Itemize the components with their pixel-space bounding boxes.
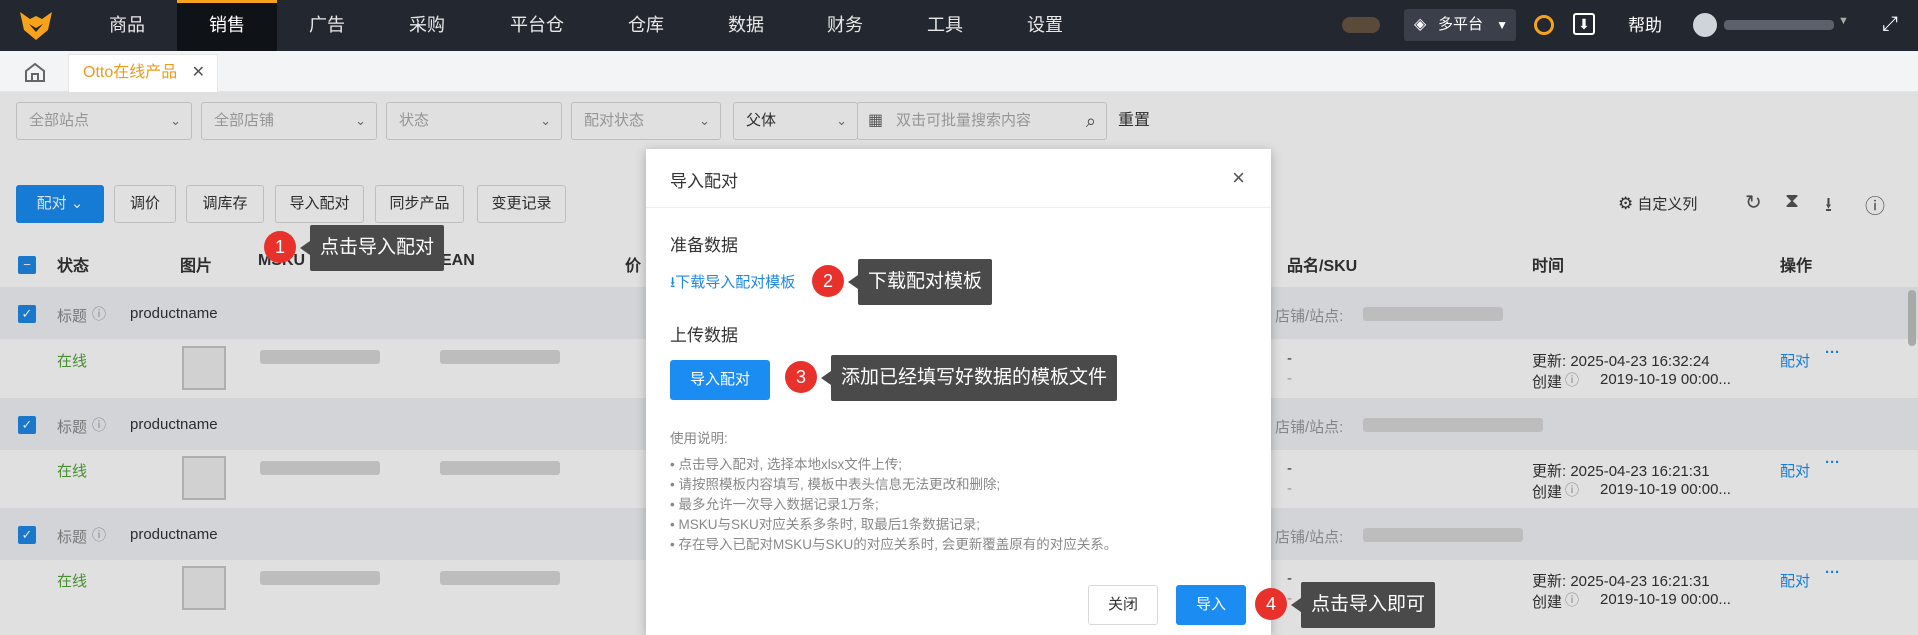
step-badge-3: 3 bbox=[785, 361, 817, 393]
nav-item-finance[interactable]: 财务 bbox=[795, 0, 895, 51]
prepare-data-heading: 准备数据 bbox=[670, 236, 738, 255]
usage-item: • 最多允许一次导入数据记录1万条; bbox=[670, 497, 879, 512]
nav-item-settings[interactable]: 设置 bbox=[995, 0, 1095, 51]
download-icon[interactable]: ⬇ bbox=[1573, 13, 1595, 35]
nav-item-purchase[interactable]: 采购 bbox=[377, 0, 477, 51]
blurred-badge bbox=[1342, 17, 1380, 33]
callout-step-3: 添加已经填写好数据的模板文件 bbox=[820, 355, 1118, 401]
dialog-title: 导入配对 bbox=[670, 172, 738, 191]
callout-step-4: 点击导入即可 bbox=[1290, 582, 1436, 628]
close-icon[interactable]: × bbox=[1232, 167, 1245, 189]
import-button[interactable]: 导入 bbox=[1176, 585, 1246, 625]
step-badge-2: 2 bbox=[812, 265, 844, 297]
chevron-down-icon: ▼ bbox=[1496, 18, 1508, 32]
fullscreen-icon[interactable]: ⤢ bbox=[1882, 13, 1898, 36]
close-button[interactable]: 关闭 bbox=[1088, 585, 1158, 625]
home-icon[interactable] bbox=[22, 61, 48, 83]
tab-bar bbox=[0, 51, 1918, 92]
nav-item-ads[interactable]: 广告 bbox=[277, 0, 377, 51]
nav-item-data[interactable]: 数据 bbox=[696, 0, 796, 51]
usage-item: • 点击导入配对, 选择本地xlsx文件上传; bbox=[670, 457, 902, 472]
step-badge-1: 1 bbox=[264, 231, 296, 263]
usage-item: • 请按照模板内容填写, 模板中表头信息无法更改和删除; bbox=[670, 477, 1001, 492]
platform-label: 多平台 bbox=[1438, 16, 1484, 33]
import-pair-upload-button[interactable]: 导入配对 bbox=[670, 360, 770, 400]
nav-item-sales[interactable]: 销售 bbox=[177, 0, 277, 51]
blurred-username bbox=[1724, 20, 1834, 30]
upload-data-heading: 上传数据 bbox=[670, 326, 738, 345]
download-template-label: 下载导入配对模板 bbox=[675, 274, 796, 291]
avatar[interactable] bbox=[1693, 13, 1717, 37]
callout-step-1: 点击导入配对 bbox=[299, 225, 445, 271]
nav-item-products[interactable]: 商品 bbox=[77, 0, 177, 51]
usage-title: 使用说明: bbox=[670, 431, 728, 446]
help-link[interactable]: 帮助 bbox=[1628, 0, 1662, 51]
nav-item-tools[interactable]: 工具 bbox=[895, 0, 995, 51]
platform-selector[interactable]: ◈ 多平台 ▼ bbox=[1404, 9, 1516, 41]
nav-item-platform-warehouse[interactable]: 平台仓 bbox=[487, 0, 587, 51]
callout-step-2: 下载配对模板 bbox=[847, 259, 993, 305]
tab-label: Otto在线产品 bbox=[83, 64, 178, 81]
download-template-link[interactable]: ⭳下载导入配对模板 bbox=[670, 271, 795, 297]
layers-icon: ◈ bbox=[1414, 16, 1427, 33]
nav-item-warehouse[interactable]: 仓库 bbox=[596, 0, 696, 51]
top-navigation: 商品 销售 广告 采购 平台仓 仓库 数据 财务 工具 设置 ◈ 多平台 ▼ ⬇… bbox=[0, 0, 1918, 51]
divider bbox=[646, 207, 1271, 208]
tab-otto-products[interactable]: Otto在线产品 ✕ bbox=[68, 54, 218, 92]
logo-icon[interactable] bbox=[18, 10, 54, 42]
close-icon[interactable]: ✕ bbox=[192, 55, 205, 91]
step-badge-4: 4 bbox=[1255, 588, 1287, 620]
chevron-down-icon[interactable]: ▼ bbox=[1838, 15, 1849, 27]
usage-item: • MSKU与SKU对应关系多条时, 取最后1条数据记录; bbox=[670, 517, 980, 532]
notification-icon[interactable] bbox=[1534, 15, 1554, 35]
usage-item: • 存在导入已配对MSKU与SKU的对应关系时, 会更新覆盖原有的对应关系。 bbox=[670, 537, 1118, 552]
